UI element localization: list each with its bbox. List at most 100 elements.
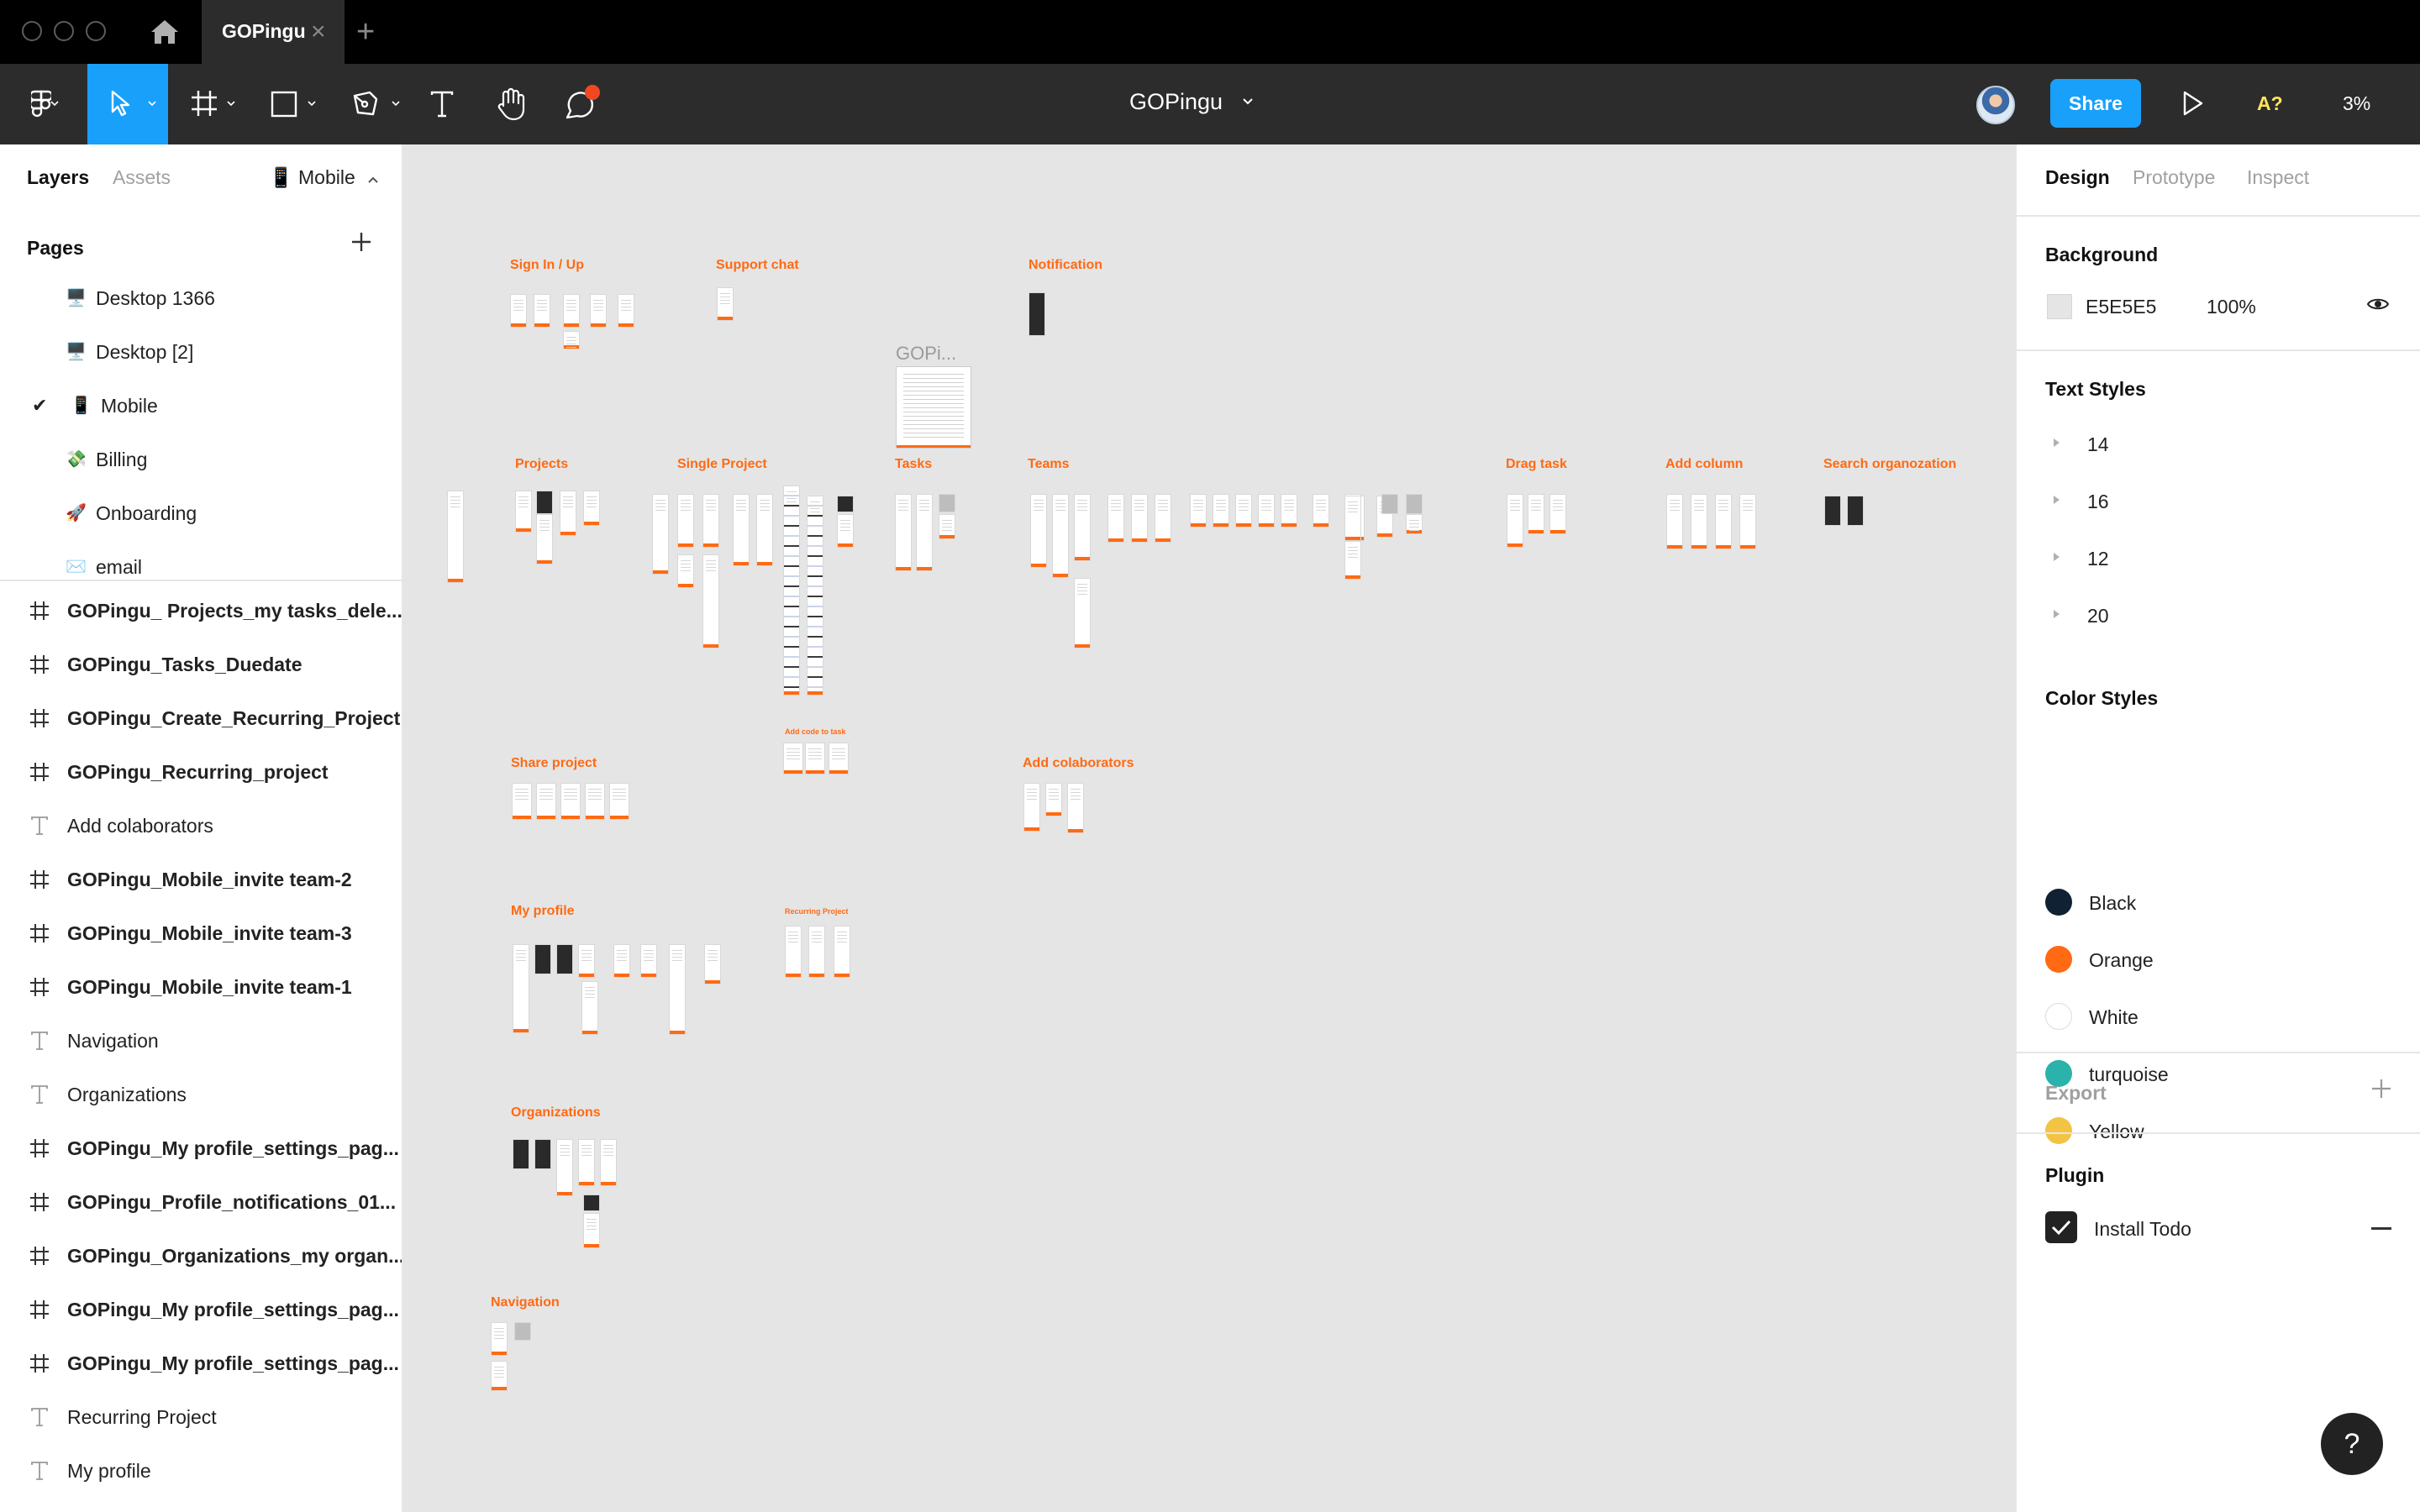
design-frame-thumbnail[interactable] xyxy=(578,944,595,978)
page-switcher[interactable]: 📱 Mobile xyxy=(269,166,379,189)
text-style-item[interactable]: 16 xyxy=(2017,475,2420,526)
help-button[interactable]: ? xyxy=(2321,1413,2383,1475)
color-style-item[interactable]: Orange xyxy=(2017,932,2420,983)
design-frame-thumbnail[interactable] xyxy=(1406,514,1423,534)
design-frame-thumbnail[interactable] xyxy=(1074,578,1091,648)
layer-row[interactable]: Navigation xyxy=(0,1013,402,1067)
design-frame-thumbnail[interactable] xyxy=(618,294,634,328)
design-frame-thumbnail[interactable] xyxy=(512,783,532,820)
design-frame-thumbnail[interactable] xyxy=(1258,494,1275,528)
design-frame-thumbnail[interactable] xyxy=(1313,494,1329,528)
design-frame-thumbnail[interactable] xyxy=(560,491,576,536)
layer-row[interactable]: Recurring Project xyxy=(0,1389,402,1443)
layer-row[interactable]: Add colaborators xyxy=(0,798,402,852)
design-frame-thumbnail[interactable] xyxy=(1028,292,1045,336)
design-frame-thumbnail[interactable] xyxy=(613,944,630,978)
close-window-button[interactable] xyxy=(22,21,42,41)
tab-design[interactable]: Design xyxy=(2045,166,2110,189)
design-frame-thumbnail[interactable] xyxy=(600,1139,617,1186)
design-frame-thumbnail[interactable] xyxy=(536,514,553,564)
main-menu-button[interactable] xyxy=(12,64,71,144)
design-frame-thumbnail[interactable] xyxy=(652,494,669,575)
design-frame-thumbnail[interactable] xyxy=(702,554,719,648)
layer-row[interactable]: GOPingu_My profile_settings_pag... xyxy=(0,1336,402,1389)
background-opacity-input[interactable]: 100% xyxy=(2207,296,2256,318)
design-frame-thumbnail[interactable] xyxy=(1507,494,1523,548)
page-item-mobile[interactable]: ✔ 📱 Mobile xyxy=(0,378,402,432)
design-frame-thumbnail[interactable] xyxy=(756,494,773,566)
design-frame-thumbnail[interactable] xyxy=(1549,494,1566,534)
design-frame-thumbnail[interactable] xyxy=(491,1322,508,1356)
maximize-window-button[interactable] xyxy=(86,21,106,41)
design-frame-thumbnail[interactable] xyxy=(1074,494,1091,561)
page-item-billing[interactable]: 💸 Billing xyxy=(0,432,402,486)
layer-row[interactable]: GOPingu_My profile_settings_pag... xyxy=(0,1121,402,1174)
tab-prototype[interactable]: Prototype xyxy=(2133,166,2215,189)
design-frame-thumbnail[interactable] xyxy=(583,1213,600,1248)
text-style-item[interactable]: 14 xyxy=(2017,418,2420,469)
design-frame-thumbnail[interactable] xyxy=(1213,494,1229,528)
eye-icon[interactable] xyxy=(2366,296,2390,312)
file-tab[interactable]: GOPingu × xyxy=(202,0,345,64)
design-frame-thumbnail[interactable] xyxy=(939,494,955,512)
layer-row[interactable]: GOPingu_Mobile_invite team-1 xyxy=(0,959,402,1013)
page-item-desktop-1366[interactable]: 🖥️ Desktop 1366 xyxy=(0,270,402,324)
design-frame-thumbnail[interactable] xyxy=(585,783,605,820)
design-frame-thumbnail[interactable] xyxy=(837,496,854,512)
add-export-plus-icon[interactable] xyxy=(2370,1077,2393,1100)
design-frame-thumbnail[interactable] xyxy=(1030,494,1047,568)
design-frame-thumbnail[interactable] xyxy=(677,554,694,588)
avatar[interactable] xyxy=(1976,86,2015,124)
chevron-down-icon[interactable] xyxy=(1242,97,1254,106)
design-frame-thumbnail[interactable] xyxy=(560,783,581,820)
design-frame-thumbnail[interactable] xyxy=(677,494,694,548)
background-hex-input[interactable]: E5E5E5 xyxy=(2086,296,2156,318)
design-frame-thumbnail[interactable] xyxy=(669,944,686,1035)
layer-row[interactable]: GOPingu_Create_Recurring_Project xyxy=(0,690,402,744)
design-frame-thumbnail[interactable] xyxy=(702,494,719,548)
design-frame-thumbnail[interactable] xyxy=(447,491,464,583)
layer-row[interactable]: GOPingu_Profile_notifications_01... xyxy=(0,1174,402,1228)
design-frame-thumbnail[interactable] xyxy=(785,926,802,978)
text-style-item[interactable]: 12 xyxy=(2017,533,2420,583)
design-frame-thumbnail[interactable] xyxy=(1528,494,1544,534)
design-frame-thumbnail[interactable] xyxy=(581,981,598,1035)
layer-row[interactable]: GOPingu_Tasks_Duedate xyxy=(0,637,402,690)
new-tab-button[interactable]: + xyxy=(356,15,375,49)
page-item-onboarding[interactable]: 🚀 Onboarding xyxy=(0,486,402,539)
design-frame-thumbnail[interactable] xyxy=(556,944,573,974)
add-page-plus-icon[interactable] xyxy=(350,230,373,254)
design-frame-thumbnail[interactable] xyxy=(609,783,629,820)
hand-tool-button[interactable] xyxy=(491,64,531,144)
color-style-item[interactable]: Black xyxy=(2017,875,2420,926)
design-frame-thumbnail[interactable] xyxy=(583,1194,600,1211)
design-frame-thumbnail[interactable] xyxy=(1666,494,1683,549)
layer-row[interactable]: GOPingu_Mobile_invite team-3 xyxy=(0,906,402,959)
layer-row[interactable]: GOPingu_Mobile_invite team-2 xyxy=(0,852,402,906)
design-frame-thumbnail[interactable] xyxy=(1190,494,1207,528)
pen-tool-button[interactable] xyxy=(346,64,410,144)
design-frame-thumbnail[interactable] xyxy=(583,491,600,526)
design-frame-thumbnail[interactable] xyxy=(578,1139,595,1186)
page-item-desktop-2[interactable]: 🖥️ Desktop [2] xyxy=(0,324,402,378)
document-title[interactable]: GOPingu xyxy=(1129,89,1223,115)
design-frame-thumbnail[interactable] xyxy=(1023,783,1040,832)
design-frame-thumbnail[interactable] xyxy=(1406,494,1423,514)
design-frame-thumbnail[interactable] xyxy=(640,944,657,978)
design-frame-thumbnail[interactable] xyxy=(534,1139,551,1169)
move-tool-button[interactable] xyxy=(87,64,168,144)
design-frame-thumbnail[interactable] xyxy=(536,491,553,514)
text-tool-button[interactable] xyxy=(425,64,459,144)
layer-row[interactable]: GOPingu_ Projects_my tasks_dele... xyxy=(0,583,402,637)
design-frame-thumbnail[interactable] xyxy=(1381,494,1398,514)
design-frame-thumbnail[interactable] xyxy=(1847,496,1864,526)
design-frame-thumbnail[interactable] xyxy=(563,331,580,350)
design-frame-thumbnail[interactable] xyxy=(556,1139,573,1196)
plugin-checkbox[interactable] xyxy=(2045,1211,2077,1243)
text-style-item[interactable]: 20 xyxy=(2017,590,2420,640)
design-frame-thumbnail[interactable] xyxy=(837,514,854,548)
design-frame-thumbnail[interactable] xyxy=(916,494,933,571)
color-style-item[interactable]: White xyxy=(2017,990,2420,1040)
layer-row[interactable]: GOPingu_Recurring_project xyxy=(0,744,402,798)
design-frame-thumbnail[interactable] xyxy=(895,494,912,571)
